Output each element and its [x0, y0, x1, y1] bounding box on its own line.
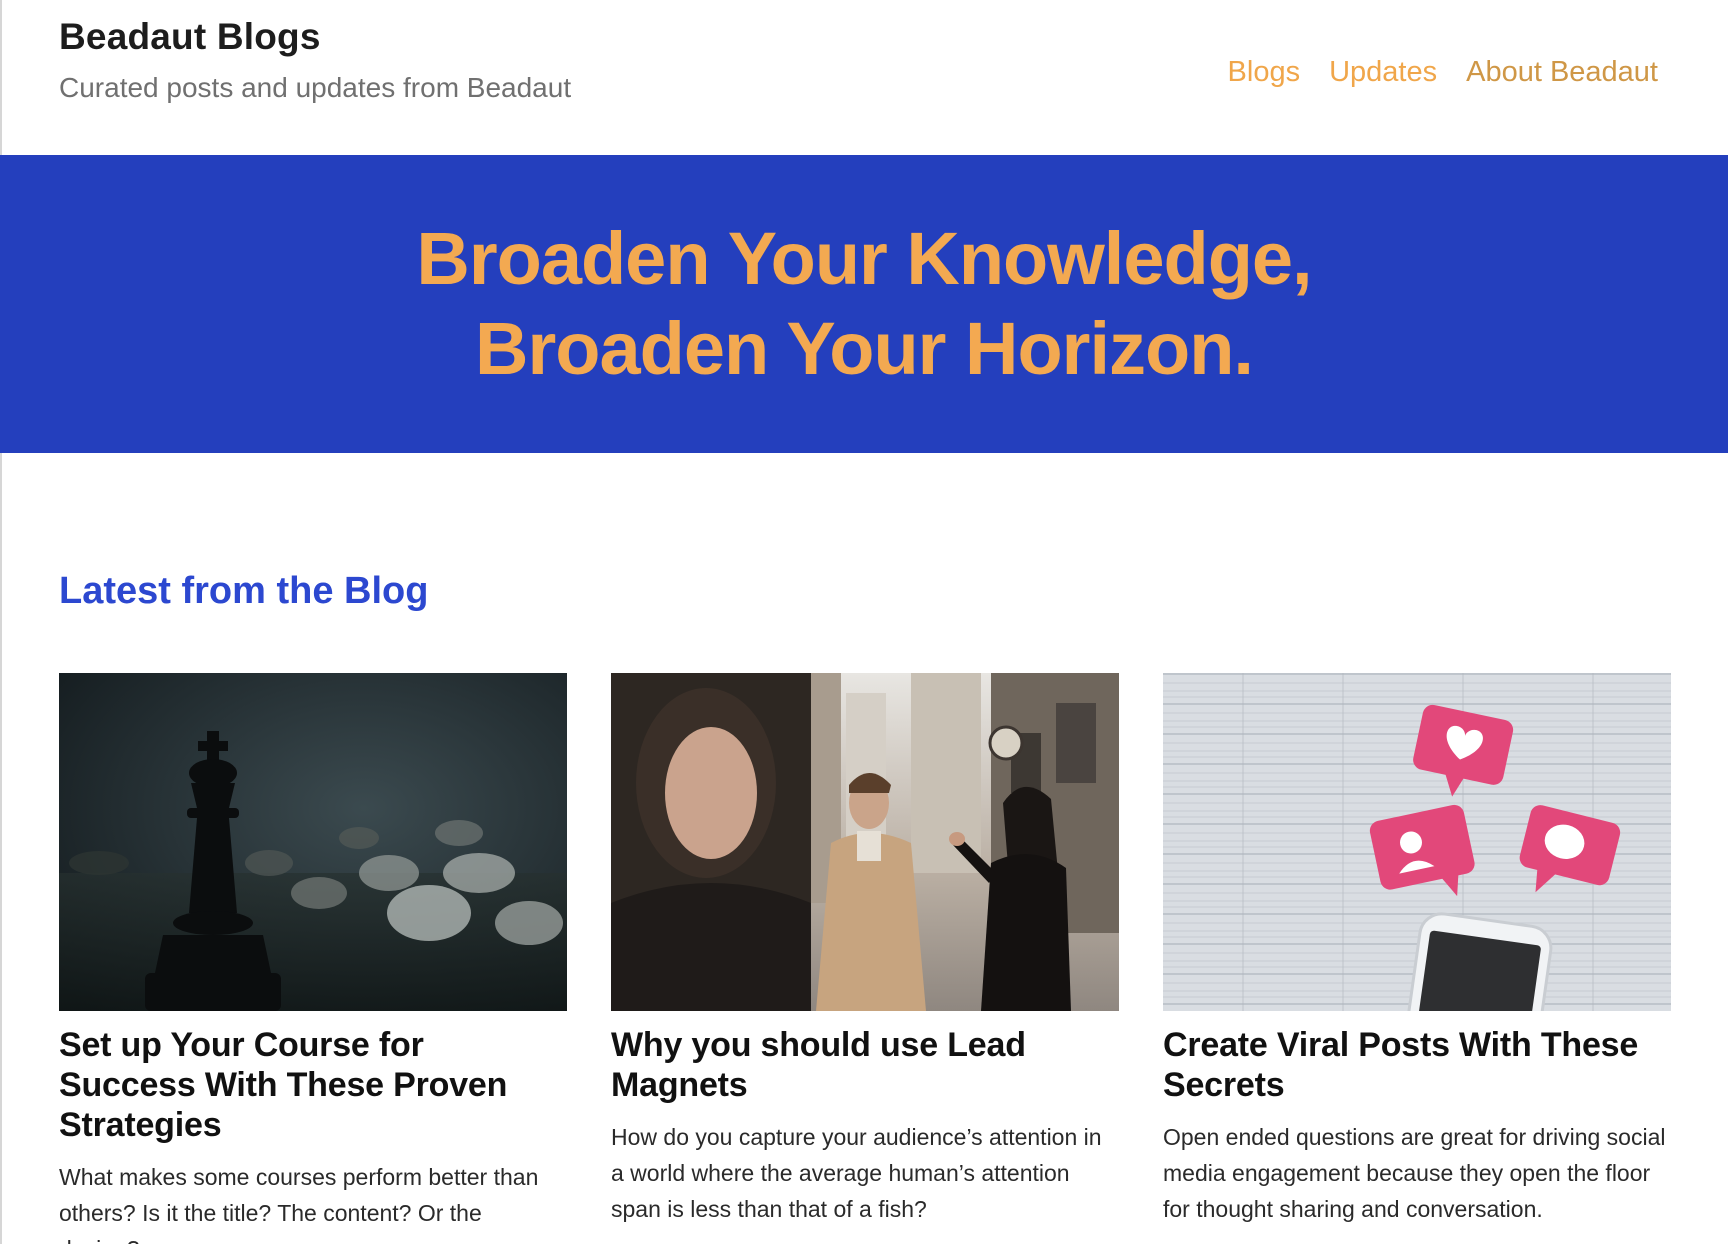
chess-king-photo[interactable] — [59, 673, 567, 1011]
post-excerpt: What makes some courses perform better t… — [59, 1164, 539, 1244]
nav-link-blogs[interactable]: Blogs — [1228, 56, 1301, 89]
post-excerpt: Open ended questions are great for drivi… — [1163, 1124, 1666, 1222]
social-reactions-phone-photo[interactable] — [1163, 673, 1671, 1011]
post-card: Create Viral Posts With These Secrets Op… — [1163, 673, 1671, 1244]
post-title[interactable]: Create Viral Posts With These Secrets — [1163, 1025, 1671, 1105]
site-title[interactable]: Beadaut Blogs — [59, 16, 321, 58]
post-title[interactable]: Set up Your Course for Success With Thes… — [59, 1025, 567, 1145]
main-nav: Blogs Updates About Beadaut — [1228, 56, 1658, 89]
post-excerpt: How do you capture your audience’s atten… — [611, 1124, 1102, 1222]
hero-heading: Broaden Your Knowledge, Broaden Your Hor… — [416, 214, 1312, 394]
nav-link-about[interactable]: About Beadaut — [1466, 56, 1658, 89]
hero-line-2: Broaden Your Horizon. — [475, 307, 1254, 390]
street-people-photo[interactable] — [611, 673, 1119, 1011]
post-title[interactable]: Why you should use Lead Magnets — [611, 1025, 1119, 1105]
site-header: Beadaut Blogs Curated posts and updates … — [0, 0, 1728, 155]
post-card: Set up Your Course for Success With Thes… — [59, 673, 567, 1244]
chess-king-image — [59, 673, 567, 1011]
hero-banner: Broaden Your Knowledge, Broaden Your Hor… — [0, 155, 1728, 453]
social-reactions-image — [1163, 673, 1671, 1011]
post-card: Why you should use Lead Magnets How do y… — [611, 673, 1119, 1244]
site-tagline: Curated posts and updates from Beadaut — [59, 72, 572, 103]
street-scene-image — [611, 673, 1119, 1011]
latest-heading: Latest from the Blog — [59, 570, 429, 612]
hero-line-1: Broaden Your Knowledge, — [416, 217, 1312, 300]
nav-link-updates[interactable]: Updates — [1329, 56, 1437, 89]
post-grid: Set up Your Course for Success With Thes… — [59, 673, 1672, 1244]
